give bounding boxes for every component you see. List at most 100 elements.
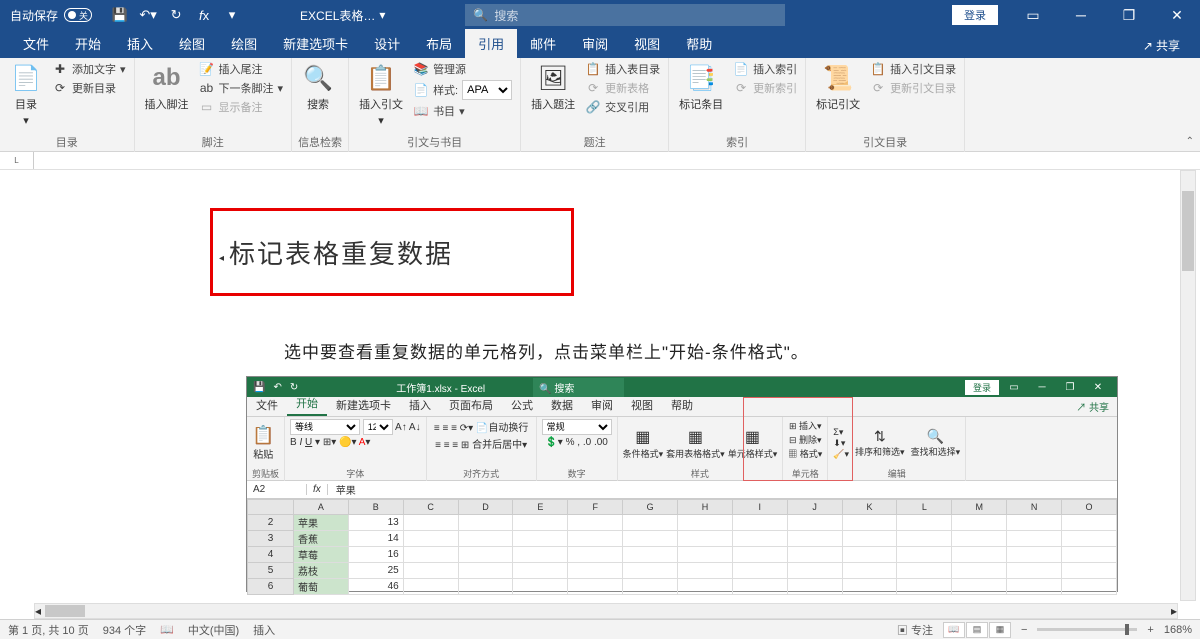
toc-auth-icon: 📋 (870, 61, 886, 77)
language-indicator[interactable]: 中文(中国) (188, 622, 239, 638)
excel-tab-new: 新建选项卡 (327, 394, 400, 416)
mark-cite-icon: 📜 (822, 62, 854, 94)
redo-icon[interactable]: ↻ (168, 7, 184, 23)
tab-draw2[interactable]: 绘图 (218, 29, 270, 58)
close-icon[interactable]: ✕ (1154, 0, 1200, 30)
tab-insert[interactable]: 插入 (114, 29, 166, 58)
toc-icon: 📄 (10, 62, 42, 94)
toggle-icon: 关 (64, 8, 92, 22)
zoom-slider[interactable] (1037, 628, 1137, 631)
excel-tab-file: 文件 (247, 394, 287, 416)
toc-button[interactable]: 📄目录▾ (6, 60, 46, 129)
excel-share: ↗ 共享 (1068, 397, 1117, 416)
excel-login: 登录 (965, 380, 999, 395)
search-icon: 🔍 (473, 8, 488, 22)
search-button[interactable]: 🔍搜索 (298, 60, 338, 114)
horizontal-scrollbar[interactable]: ◂▸ (34, 603, 1178, 619)
zoom-in-icon[interactable]: + (1147, 624, 1153, 636)
share-button[interactable]: ↗ 共享 (1133, 33, 1190, 58)
update-toc-button[interactable]: ⟳更新目录 (50, 79, 128, 97)
spellcheck-icon[interactable]: 📖 (160, 623, 174, 636)
tab-home[interactable]: 开始 (62, 29, 114, 58)
horizontal-ruler[interactable]: L (0, 152, 1200, 170)
insert-index-button[interactable]: 📄插入索引 (731, 60, 799, 78)
ribbon-tabs: 文件 开始 插入 绘图 绘图 新建选项卡 设计 布局 引用 邮件 审阅 视图 帮… (0, 30, 1200, 58)
qat-more-icon[interactable]: ▾ (224, 7, 240, 23)
zoom-level[interactable]: 168% (1164, 624, 1192, 636)
page[interactable]: ◂ 标记表格重复数据 选中要查看重复数据的单元格列，点击菜单栏上"开始-条件格式… (34, 176, 1178, 601)
focus-mode-button[interactable]: ▣ 专注 (897, 622, 933, 638)
mark-entry-button[interactable]: 📑标记条目 (675, 60, 727, 114)
mark-citation-button[interactable]: 📜标记引文 (812, 60, 864, 114)
document-paragraph[interactable]: 选中要查看重复数据的单元格列，点击菜单栏上"开始-条件格式"。 (284, 338, 809, 363)
update-toc-auth-button: ⟳更新引文目录 (868, 79, 958, 97)
insert-endnote-button[interactable]: 📝插入尾注 (197, 60, 286, 78)
style-dropdown[interactable]: APA (462, 80, 512, 100)
endnote-icon: 📝 (199, 61, 215, 77)
fx-icon[interactable]: fx (196, 7, 212, 23)
maximize-icon[interactable]: ❐ (1106, 0, 1152, 30)
excel-tab-layout: 页面布局 (440, 394, 502, 416)
insert-mode[interactable]: 插入 (253, 622, 275, 638)
insert-footnote-button[interactable]: ab插入脚注 (141, 60, 193, 114)
tab-references[interactable]: 引用 (465, 29, 517, 58)
save-icon[interactable]: 💾 (112, 7, 128, 23)
tab-file[interactable]: 文件 (10, 29, 62, 58)
excel-tab-data: 数据 (542, 394, 582, 416)
manage-icon: 📚 (413, 61, 429, 77)
collapse-ribbon-icon[interactable]: ⌃ (1186, 136, 1194, 147)
excel-ribbon-display-icon: ▭ (1001, 382, 1027, 393)
tab-draw1[interactable]: 绘图 (166, 29, 218, 58)
manage-sources-button[interactable]: 📚管理源 (411, 60, 514, 78)
ribbon: 📄目录▾ ✚添加文字 ▾ ⟳更新目录 目录 ab插入脚注 📝插入尾注 ab下一条… (0, 58, 1200, 152)
undo-icon[interactable]: ↶▾ (140, 7, 156, 23)
show-notes-icon: ▭ (199, 99, 215, 115)
login-button[interactable]: 登录 (952, 5, 998, 25)
excel-grid: ABCDEFGHIJKLMNO 2苹果13 3香蕉14 4草莓16 5荔枝25 … (247, 499, 1117, 595)
view-read-icon[interactable]: 📖 (943, 622, 965, 638)
group-label-toc: 目录 (6, 132, 128, 152)
ribbon-display-icon[interactable]: ▭ (1010, 0, 1056, 30)
style-icon: 📄 (413, 82, 429, 98)
autosave-toggle[interactable]: 自动保存 关 (0, 7, 102, 24)
tab-review[interactable]: 审阅 (569, 29, 621, 58)
view-buttons: 📖 ▤ ▦ (943, 622, 1011, 638)
view-web-icon[interactable]: ▦ (989, 622, 1011, 638)
excel-ribbon: 📋粘贴剪贴板 等线 12 A↑ A↓B I U ▾ ⊞▾ 🟡▾ A▾字体 ≡ ≡… (247, 417, 1117, 481)
insert-toc-auth-button[interactable]: 📋插入引文目录 (868, 60, 958, 78)
excel-namebox: A2 (247, 484, 307, 495)
next-footnote-button[interactable]: ab下一条脚注 ▾ (197, 79, 286, 97)
update-index-icon: ⟳ (733, 80, 749, 96)
minimize-icon[interactable]: ─ (1058, 0, 1104, 30)
tab-design[interactable]: 设计 (361, 29, 413, 58)
word-count[interactable]: 934 个字 (103, 622, 146, 638)
excel-formula-bar: A2 fx 苹果 (247, 481, 1117, 499)
search-box[interactable]: 🔍 搜索 (465, 4, 785, 26)
excel-fx-icon: fx (307, 484, 328, 495)
tab-mail[interactable]: 邮件 (517, 29, 569, 58)
page-indicator[interactable]: 第 1 页, 共 10 页 (8, 622, 89, 638)
group-label-research: 信息检索 (298, 132, 342, 152)
biblio-icon: 📖 (413, 103, 429, 119)
tab-newtab[interactable]: 新建选项卡 (270, 29, 361, 58)
tab-help[interactable]: 帮助 (673, 29, 725, 58)
document-title[interactable]: EXCEL表格…▾ (300, 7, 385, 24)
bibliography-button[interactable]: 📖书目 ▾ (411, 102, 514, 120)
vertical-scrollbar[interactable] (1180, 170, 1196, 601)
tab-layout[interactable]: 布局 (413, 29, 465, 58)
mark-entry-icon: 📑 (685, 62, 717, 94)
zoom-out-icon[interactable]: − (1021, 624, 1027, 636)
insert-tof-button[interactable]: 📋插入表目录 (583, 60, 662, 78)
add-text-button[interactable]: ✚添加文字 ▾ (50, 60, 128, 78)
citation-style-select[interactable]: 📄样式: APA (411, 79, 514, 101)
update-toc-auth-icon: ⟳ (870, 80, 886, 96)
view-print-icon[interactable]: ▤ (966, 622, 988, 638)
caption-icon: 🖼 (537, 62, 569, 94)
document-heading[interactable]: 标记表格重复数据 (229, 234, 453, 271)
insert-citation-button[interactable]: 📋插入引文▾ (355, 60, 407, 129)
group-label-footnotes: 脚注 (141, 132, 286, 152)
cross-ref-button[interactable]: 🔗交叉引用 (583, 98, 662, 116)
tab-view[interactable]: 视图 (621, 29, 673, 58)
excel-filename: 工作簿1.xlsx - Excel (396, 380, 485, 395)
insert-caption-button[interactable]: 🖼插入题注 (527, 60, 579, 114)
